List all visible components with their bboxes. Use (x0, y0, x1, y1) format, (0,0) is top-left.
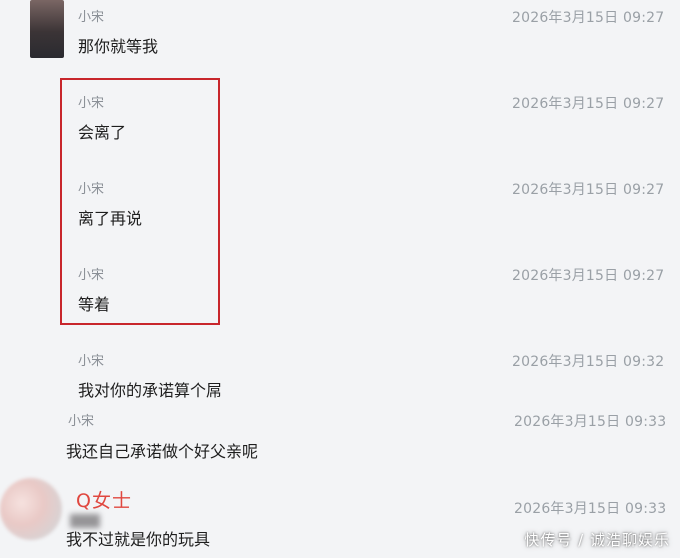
message-text: 会离了 (78, 123, 127, 142)
watermark: 快传号 / 诚浩聊娱乐 (524, 531, 670, 549)
message-time: 2026年3月15日 09:27 (512, 96, 665, 112)
message-sender: 小宋 (68, 414, 95, 429)
avatar (30, 0, 64, 58)
message-sender: 小宋 (78, 268, 105, 283)
avatar (0, 478, 62, 540)
message-sender: 小宋 (78, 96, 105, 111)
message-sender: 小宋 (78, 10, 105, 25)
message-sender: Q女士 (76, 490, 132, 512)
message-sender: 小宋 (78, 354, 105, 369)
message-time: 2026年3月15日 09:27 (512, 10, 665, 26)
message-time: 2026年3月15日 09:32 (512, 354, 665, 370)
message-time: 2026年3月15日 09:27 (512, 268, 665, 284)
message-text: 那你就等我 (78, 37, 159, 56)
message-text: 等着 (78, 295, 111, 314)
message-text: 我不过就是你的玩具 (66, 530, 211, 549)
message-time: 2026年3月15日 09:33 (514, 501, 667, 517)
message-time: 2026年3月15日 09:33 (514, 414, 667, 430)
message-text: 我还自己承诺做个好父亲呢 (66, 442, 259, 461)
message-time: 2026年3月15日 09:27 (512, 182, 665, 198)
message-text: 我对你的承诺算个屌 (78, 381, 223, 400)
highlight-box (60, 78, 220, 325)
message-sender: 小宋 (78, 182, 105, 197)
message-text: 离了再说 (78, 209, 143, 228)
